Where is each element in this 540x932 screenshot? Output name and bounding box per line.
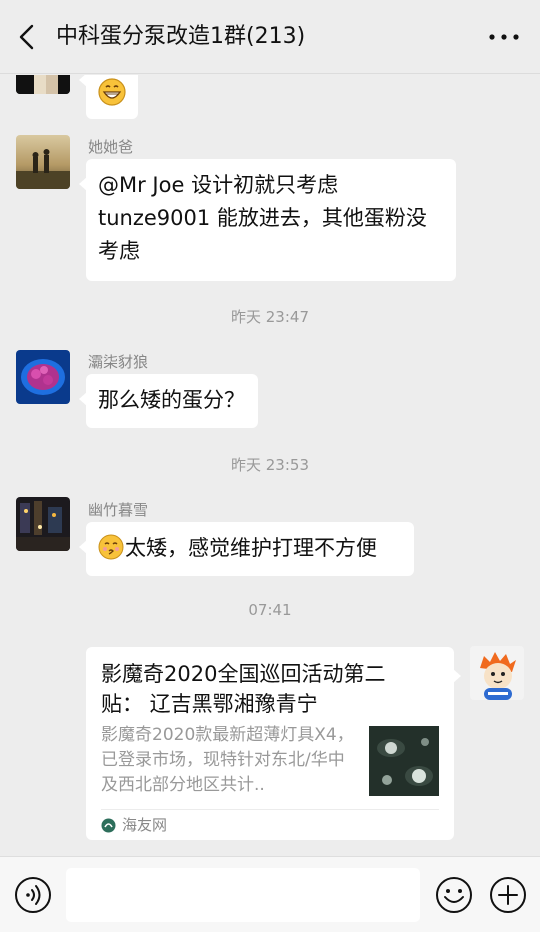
more-functions-icon[interactable] xyxy=(489,876,527,914)
lamp-thumbnail-image xyxy=(369,726,439,796)
link-card[interactable]: 影魔奇2020全国巡回活动第二贴： 辽吉黑鄂湘豫青宁 影魔奇2020款最新超薄灯… xyxy=(86,647,461,840)
message-bubble[interactable]: @Mr Joe 设计初就只考虑tunze9001 能放进去，其他蛋粉没考虑 xyxy=(79,159,456,281)
haiyou-logo-icon xyxy=(101,818,116,833)
message-input[interactable] xyxy=(66,868,420,922)
message-list[interactable]: 她她爸 @Mr Joe 设计初就只考虑tunze9001 能放进去，其他蛋粉没考… xyxy=(0,75,540,855)
message-bubble[interactable]: 太矮，感觉维护打理不方便 xyxy=(79,522,414,576)
message-bubble-emoji[interactable] xyxy=(79,75,138,119)
kiss-emoji-icon xyxy=(98,534,124,560)
input-bar xyxy=(0,856,540,932)
avatar[interactable] xyxy=(16,350,70,404)
message-text: 太矮，感觉维护打理不方便 xyxy=(125,536,377,560)
grin-emoji-icon xyxy=(98,78,126,106)
sender-name: 幽竹暮雪 xyxy=(88,501,149,519)
avatar-photo-icon xyxy=(16,75,70,94)
sender-name: 灞柒豺狼 xyxy=(88,353,149,371)
timestamp: 昨天 23:53 xyxy=(231,456,309,474)
timestamp: 昨天 23:47 xyxy=(231,308,309,326)
avatar-photo-icon xyxy=(16,497,70,551)
chat-title: 中科蛋分泵改造1群(213) xyxy=(56,24,306,49)
link-card-title: 影魔奇2020全国巡回活动第二贴： 辽吉黑鄂湘豫青宁 xyxy=(101,662,386,716)
link-card-description: 影魔奇2020款最新超薄灯具X4，已登录市场，现特针对东北/华中及西北部分地区共… xyxy=(101,725,354,795)
avatar-photo-icon xyxy=(16,135,70,189)
emoji-picker-icon[interactable] xyxy=(435,876,473,914)
sender-name: 她她爸 xyxy=(88,138,134,156)
avatar-photo-icon xyxy=(16,350,70,404)
more-options-icon[interactable] xyxy=(486,22,522,52)
voice-input-icon[interactable] xyxy=(14,876,52,914)
avatar[interactable] xyxy=(16,135,70,189)
chat-header: 中科蛋分泵改造1群(213) xyxy=(0,0,540,74)
message-bubble[interactable]: 那么矮的蛋分？ xyxy=(79,374,258,428)
back-arrow-icon[interactable] xyxy=(10,19,46,55)
avatar-cartoon-icon xyxy=(470,646,524,700)
avatar[interactable] xyxy=(16,75,70,94)
link-card-source: 海友网 xyxy=(122,816,168,834)
my-avatar[interactable] xyxy=(470,646,524,700)
link-card-divider xyxy=(101,809,439,810)
avatar[interactable] xyxy=(16,497,70,551)
timestamp: 07:41 xyxy=(248,601,292,619)
